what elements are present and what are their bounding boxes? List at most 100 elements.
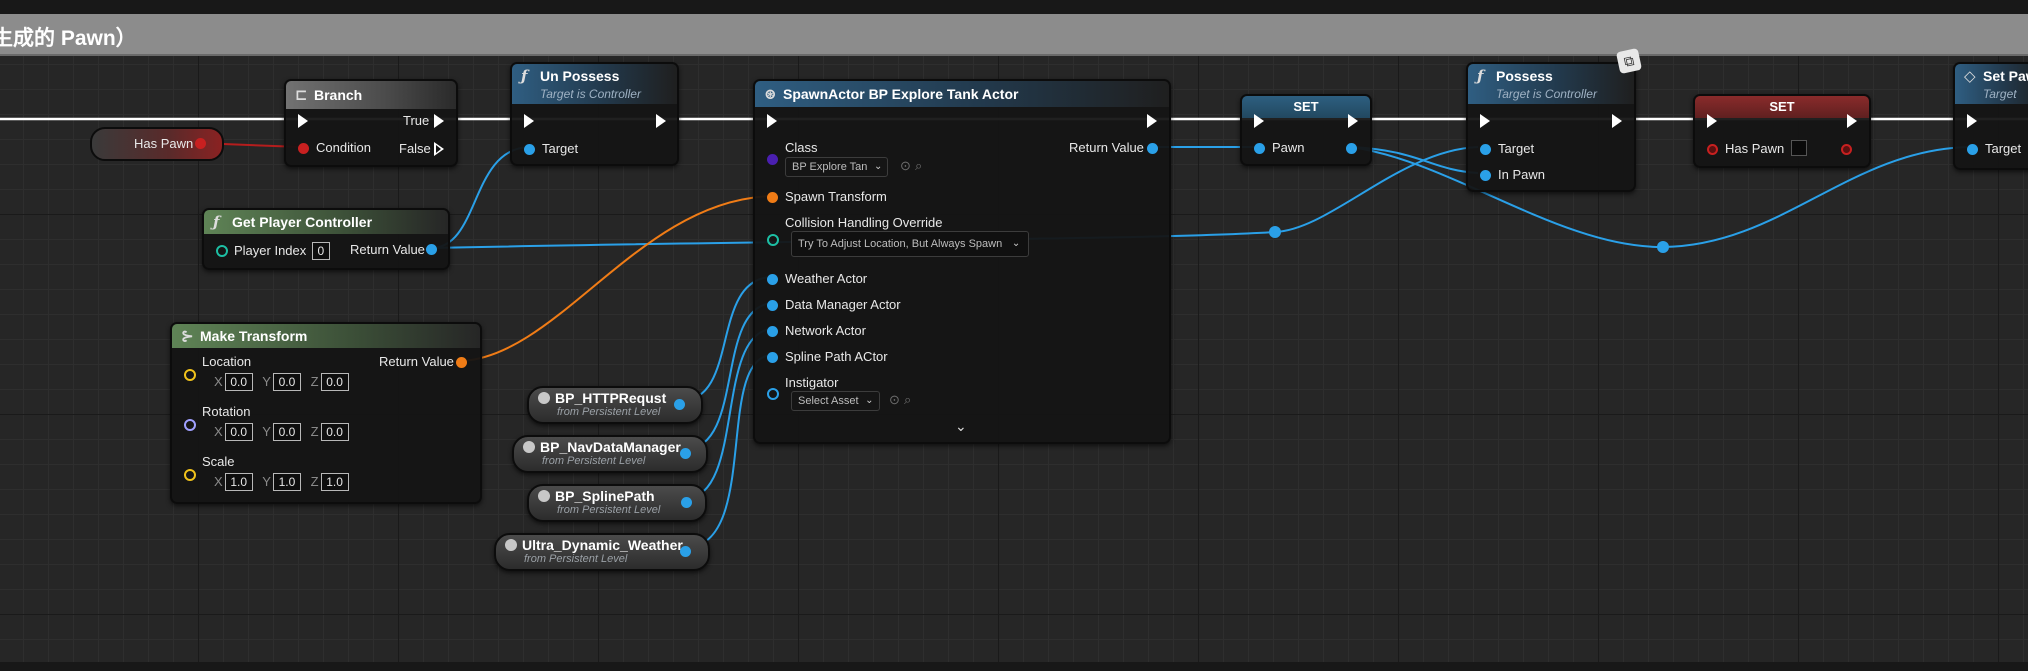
branch-true-label: True [403, 113, 430, 128]
actor-ref-node[interactable]: BP_SplinePath from Persistent Level [527, 484, 707, 522]
possess-exec-in-pin[interactable] [1480, 114, 1490, 128]
spawn-exec-in-pin[interactable] [767, 114, 777, 128]
network-actor-pin[interactable] [767, 326, 778, 337]
browse-icon[interactable]: ⌕ [904, 392, 911, 408]
branch-condition-pin[interactable] [298, 143, 309, 154]
location-y-field[interactable]: 0.0 [272, 373, 301, 391]
set-pawn-fn-exec-in-pin[interactable] [1967, 114, 1977, 128]
spline-path-label: Spline Path ACtor [785, 349, 888, 364]
scale-label: Scale [202, 454, 235, 469]
rotation-pin[interactable] [184, 419, 196, 431]
instigator-pin[interactable] [767, 388, 779, 400]
location-z-field[interactable]: 0.0 [320, 373, 349, 391]
axis-y: Y [262, 424, 271, 439]
actor-icon [538, 490, 550, 502]
possess-node[interactable]: ƒ Possess Target is Controller Target In… [1466, 62, 1636, 192]
gpc-return-pin[interactable] [426, 244, 437, 255]
actor-ref-node[interactable]: BP_HTTPRequst from Persistent Level [527, 386, 703, 424]
get-player-controller-node[interactable]: ƒ Get Player Controller Player Index 0 R… [202, 208, 450, 270]
actor-ref-node[interactable]: BP_NavDataManager from Persistent Level [512, 435, 708, 473]
scale-y-field[interactable]: 1.0 [272, 473, 301, 491]
branch-false-label: False [399, 141, 431, 156]
spawn-transform-label: Spawn Transform [785, 189, 887, 204]
actor-ref-output-pin[interactable] [680, 546, 691, 557]
axis-z: Z [310, 374, 319, 389]
player-index-pin[interactable] [216, 245, 228, 257]
set-pawn-fn-target-pin[interactable] [1967, 144, 1978, 155]
set-pawn-input-pin[interactable] [1254, 143, 1265, 154]
actor-ref-node[interactable]: Ultra_Dynamic_Weather from Persistent Le… [494, 533, 710, 571]
set-has-pawn-exec-out-pin[interactable] [1847, 114, 1857, 128]
axis-z: Z [310, 424, 319, 439]
rotation-x-field[interactable]: 0.0 [224, 423, 253, 441]
possess-target-pin[interactable] [1480, 144, 1491, 155]
has-pawn-getter-node[interactable]: Has Pawn [90, 127, 224, 161]
weather-actor-pin[interactable] [767, 274, 778, 285]
spawn-return-pin[interactable] [1147, 143, 1158, 154]
class-dropdown[interactable]: BP Explore Tan ⌄ [785, 157, 889, 177]
spawn-return-label: Return Value [1069, 140, 1144, 155]
has-pawn-output-pin[interactable] [195, 138, 206, 149]
use-selected-icon[interactable]: ⊙ [889, 392, 900, 408]
collision-dropdown[interactable]: Try To Adjust Location, But Always Spawn… [791, 231, 1030, 257]
instigator-dropdown[interactable]: Select Asset ⌄ [791, 391, 880, 411]
possess-exec-out-pin[interactable] [1612, 114, 1622, 128]
spline-path-pin[interactable] [767, 352, 778, 363]
axis-x: X [214, 474, 223, 489]
unpossess-target-pin[interactable] [524, 144, 535, 155]
set-pawn-fn-subtitle: Target [1983, 87, 2017, 101]
expand-advanced-icon[interactable]: ⌄ [955, 418, 967, 435]
set-pawn-exec-out-pin[interactable] [1348, 114, 1358, 128]
unpossess-exec-in-pin[interactable] [524, 114, 534, 128]
browse-icon[interactable]: ⌕ [915, 158, 922, 174]
set-has-pawn-input-pin[interactable] [1707, 144, 1718, 155]
set-has-pawn-label: Has Pawn [1725, 141, 1785, 156]
instigator-label: Instigator [785, 375, 839, 390]
spawn-exec-out-pin[interactable] [1147, 114, 1157, 128]
scale-z-field[interactable]: 1.0 [320, 473, 349, 491]
data-manager-pin[interactable] [767, 300, 778, 311]
scale-pin[interactable] [184, 469, 196, 481]
unpossess-node[interactable]: ƒ Un Possess Target is Controller Target [510, 62, 679, 166]
set-has-pawn-exec-in-pin[interactable] [1707, 114, 1717, 128]
class-pin[interactable] [767, 154, 778, 165]
axis-z: Z [310, 474, 319, 489]
location-x-field[interactable]: 0.0 [224, 373, 253, 391]
branch-node[interactable]: ⊏ Branch True Condition False [284, 79, 458, 167]
actor-ref-output-pin[interactable] [674, 399, 685, 410]
branch-true-pin[interactable] [434, 114, 444, 128]
unpossess-subtitle: Target is Controller [540, 87, 641, 101]
scale-x-field[interactable]: 1.0 [224, 473, 253, 491]
location-pin[interactable] [184, 369, 196, 381]
make-transform-return-pin[interactable] [456, 357, 467, 368]
actor-ref-output-pin[interactable] [681, 497, 692, 508]
branch-false-pin[interactable] [434, 142, 444, 156]
branch-exec-in-pin[interactable] [298, 114, 308, 128]
set-pawn-node[interactable]: SET Pawn [1240, 94, 1372, 166]
unpossess-title: Un Possess [540, 68, 620, 84]
unpossess-exec-out-pin[interactable] [656, 114, 666, 128]
instigator-value: Select Asset [798, 395, 859, 407]
unpossess-target-label: Target [542, 141, 579, 156]
collision-value: Try To Adjust Location, But Always Spawn [798, 238, 1003, 250]
make-transform-node[interactable]: ⊱ Make Transform Return Value Location X… [170, 322, 482, 504]
rotation-y-field[interactable]: 0.0 [272, 423, 301, 441]
rotation-z-field[interactable]: 0.0 [320, 423, 349, 441]
has-pawn-checkbox[interactable] [1791, 140, 1807, 156]
set-pawn-output-pin[interactable] [1346, 143, 1357, 154]
set-has-pawn-output-pin[interactable] [1841, 144, 1852, 155]
actor-icon [538, 392, 550, 404]
actor-ref-output-pin[interactable] [680, 448, 691, 459]
weather-actor-label: Weather Actor [785, 271, 868, 286]
set-has-pawn-title: SET [1769, 99, 1795, 114]
network-replicate-icon: ⧉ [1615, 47, 1643, 75]
set-has-pawn-node[interactable]: SET Has Pawn [1693, 94, 1871, 168]
use-selected-icon[interactable]: ⊙ [900, 158, 911, 174]
spawn-actor-node[interactable]: ⊛ SpawnActor BP Explore Tank Actor Class… [753, 79, 1171, 444]
possess-in-pawn-pin[interactable] [1480, 170, 1491, 181]
player-index-field[interactable]: 0 [311, 242, 330, 260]
set-pawn-function-node[interactable]: ◇ Set Paw Target Target [1953, 62, 2028, 170]
set-pawn-exec-in-pin[interactable] [1254, 114, 1264, 128]
spawn-transform-pin[interactable] [767, 192, 778, 203]
collision-pin[interactable] [767, 234, 779, 246]
